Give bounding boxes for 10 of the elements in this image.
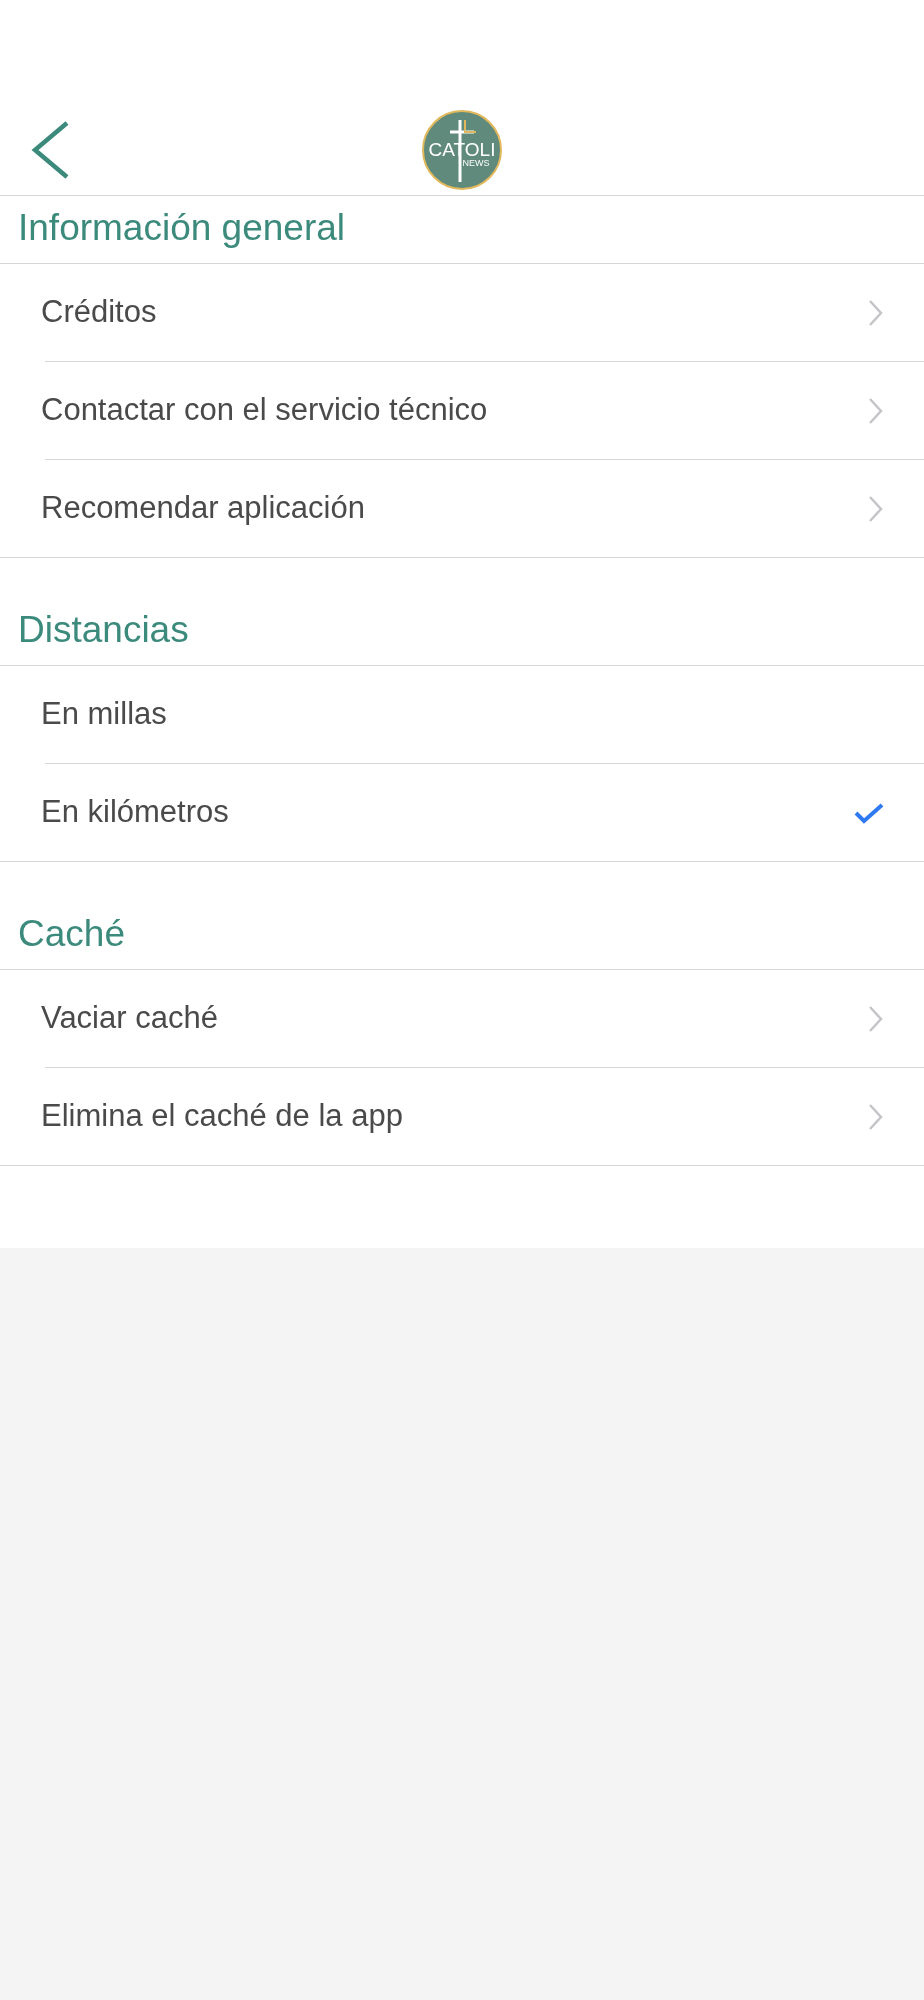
back-icon	[31, 120, 71, 179]
chevron-icon	[868, 1102, 884, 1131]
logo-subtitle: NEWS	[462, 158, 490, 168]
chevron-icon	[868, 298, 884, 327]
section-header: Caché	[18, 911, 125, 956]
section-header: Distancias	[18, 607, 189, 652]
section-header: Información general	[18, 205, 346, 250]
chevron-icon	[868, 396, 884, 425]
chevron-icon	[868, 1004, 884, 1033]
chevron-icon	[868, 494, 884, 523]
